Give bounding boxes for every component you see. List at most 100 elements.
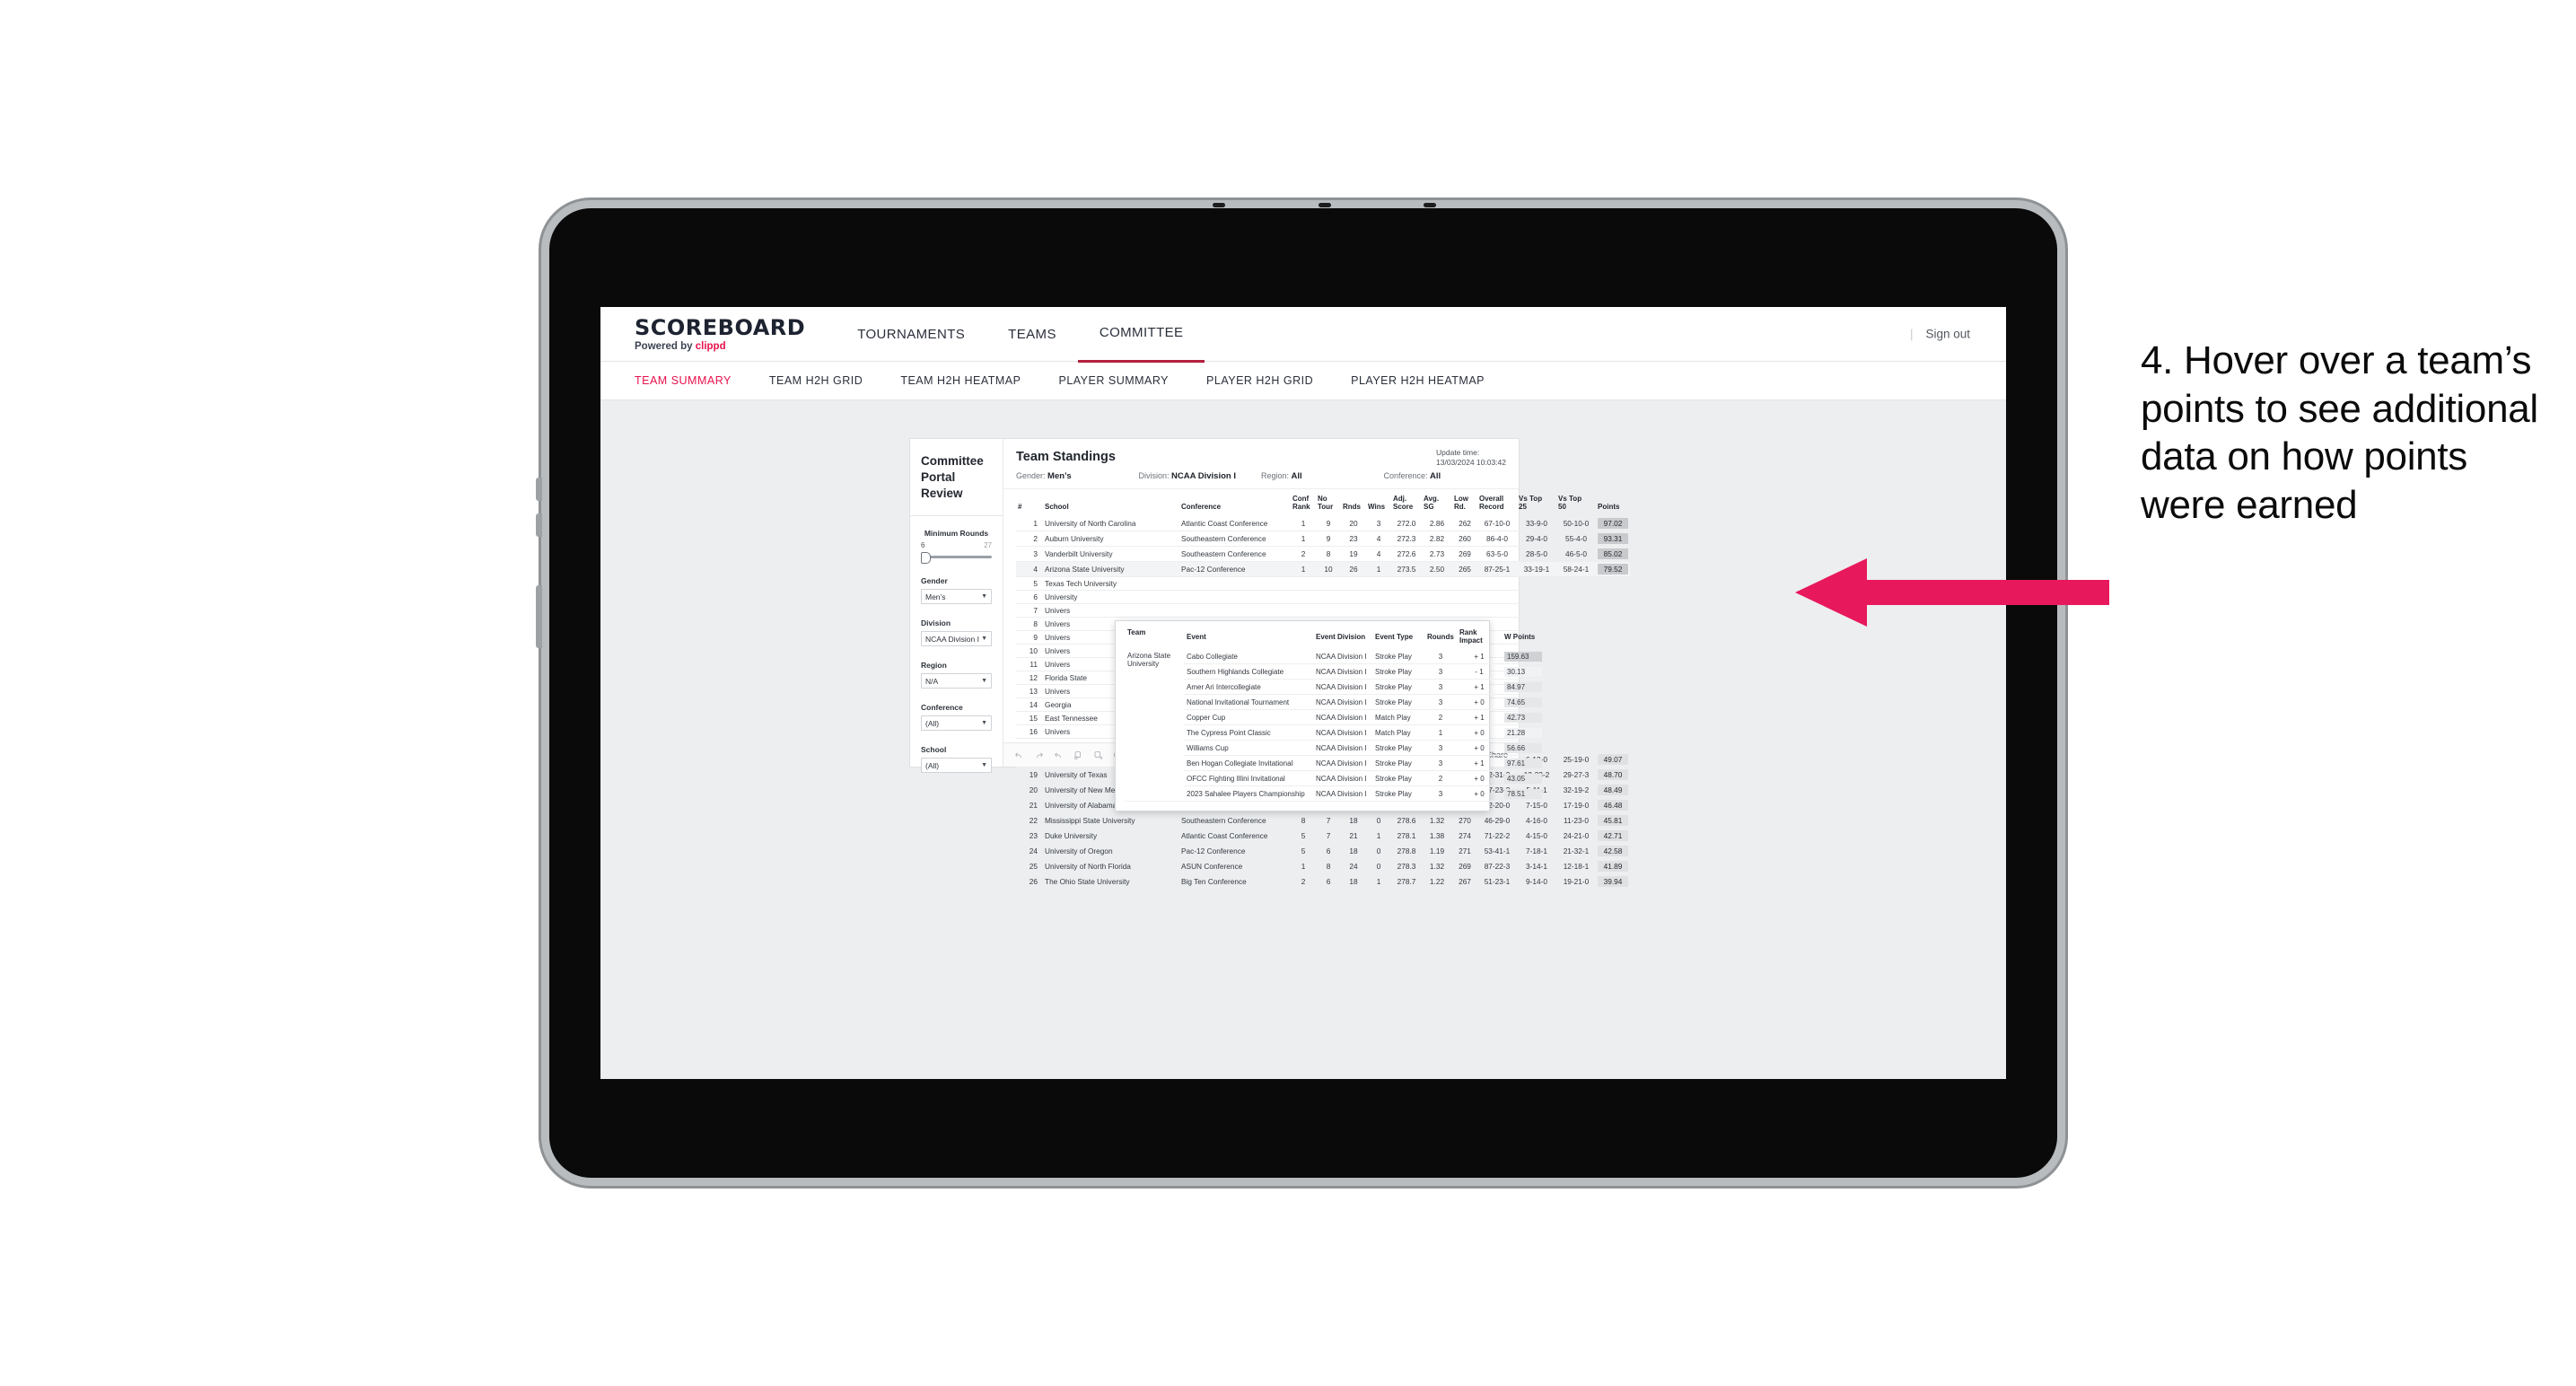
- table-row[interactable]: 26 The Ohio State University Big Ten Confe…: [1016, 873, 1630, 890]
- tablet-device-frame: SCOREBOARD Powered by clippd TOURNAMENTS…: [536, 203, 2057, 1178]
- school-select[interactable]: (All) ▼: [921, 758, 992, 774]
- points-cell[interactable]: 79.52: [1596, 561, 1630, 577]
- tab-team-h2h-grid[interactable]: TEAM H2H GRID: [769, 374, 863, 387]
- points-cell[interactable]: 41.89: [1596, 858, 1630, 874]
- col-conference[interactable]: Conference: [1179, 493, 1291, 516]
- brand-logo[interactable]: SCOREBOARD Powered by clippd: [600, 317, 836, 352]
- points-cell[interactable]: 39.94: [1596, 873, 1630, 890]
- col-no-tour[interactable]: No Tour: [1316, 493, 1341, 516]
- points-cell[interactable]: [1596, 617, 1630, 631]
- nav-item-tournaments[interactable]: TOURNAMENTS: [836, 307, 986, 361]
- tab-player-h2h-heatmap[interactable]: PLAYER H2H HEATMAP: [1351, 374, 1485, 387]
- revert-icon[interactable]: [1054, 750, 1064, 760]
- col-adj-score[interactable]: Adj. Score: [1391, 493, 1422, 516]
- points-cell[interactable]: [1596, 590, 1630, 604]
- points-cell[interactable]: 49.07: [1596, 751, 1630, 768]
- col-school[interactable]: School: [1043, 493, 1179, 516]
- gender-select[interactable]: Men’s ▼: [921, 589, 992, 605]
- conference-select[interactable]: (All) ▼: [921, 715, 992, 732]
- points-value[interactable]: 42.58: [1598, 845, 1628, 856]
- conference-label: Conference: [921, 703, 963, 713]
- points-cell[interactable]: [1596, 603, 1630, 618]
- tooltip-head: Team Event Event Division Event Type Rou…: [1125, 628, 1545, 649]
- points-cell[interactable]: [1596, 630, 1630, 645]
- table-row[interactable]: 5 Texas Tech University: [1016, 576, 1630, 591]
- table-row[interactable]: 22 Mississippi State University Southeaste…: [1016, 812, 1630, 829]
- col-rank[interactable]: #: [1016, 493, 1043, 516]
- tab-player-h2h-grid[interactable]: PLAYER H2H GRID: [1206, 374, 1313, 387]
- points-cell[interactable]: 42.71: [1596, 828, 1630, 844]
- rank-cell: 3: [1016, 546, 1043, 562]
- pause-auto-update-icon[interactable]: [1093, 750, 1103, 760]
- points-cell[interactable]: [1596, 724, 1630, 739]
- table-row[interactable]: 3 Vanderbilt University Southeastern Confe…: [1016, 546, 1630, 562]
- col-low-rd[interactable]: Low Rd.: [1452, 493, 1477, 516]
- points-value[interactable]: 48.70: [1598, 768, 1628, 780]
- tab-team-summary[interactable]: TEAM SUMMARY: [635, 374, 732, 387]
- school-cell: Arizona State University: [1043, 561, 1179, 577]
- points-cell[interactable]: 45.81: [1596, 812, 1630, 829]
- points-value[interactable]: 97.02: [1598, 517, 1628, 529]
- points-value[interactable]: 45.81: [1598, 814, 1628, 826]
- points-value[interactable]: 46.48: [1598, 799, 1628, 811]
- points-value[interactable]: 79.52: [1598, 563, 1628, 575]
- division-select[interactable]: NCAA Division I ▼: [921, 631, 992, 647]
- points-cell[interactable]: 48.70: [1596, 767, 1630, 783]
- points-value[interactable]: 85.02: [1598, 548, 1628, 559]
- refresh-icon[interactable]: [1073, 750, 1083, 760]
- points-value[interactable]: 93.31: [1598, 532, 1628, 544]
- conf-rank-cell: 1: [1291, 561, 1316, 577]
- nav-item-committee[interactable]: COMMITTEE: [1077, 307, 1205, 363]
- points-value[interactable]: 41.89: [1598, 860, 1628, 872]
- points-value[interactable]: 42.71: [1598, 829, 1628, 841]
- points-cell[interactable]: 48.49: [1596, 782, 1630, 798]
- undo-icon[interactable]: [1014, 750, 1024, 760]
- volume-down-button[interactable]: [536, 513, 542, 537]
- points-value[interactable]: 48.49: [1598, 784, 1628, 795]
- col-avg-sg[interactable]: Avg. SG: [1422, 493, 1452, 516]
- region-select[interactable]: N/A ▼: [921, 673, 992, 689]
- points-cell[interactable]: 85.02: [1596, 546, 1630, 562]
- col-rnds[interactable]: Rnds: [1341, 493, 1366, 516]
- points-cell[interactable]: 46.48: [1596, 797, 1630, 813]
- sign-out-link[interactable]: Sign out: [1925, 328, 1970, 341]
- slider-handle[interactable]: [921, 552, 931, 565]
- context-division-label: Division:: [1138, 471, 1170, 480]
- points-value[interactable]: 49.07: [1598, 753, 1628, 765]
- col-vs-top-50[interactable]: Vs Top 50: [1556, 493, 1596, 516]
- points-cell[interactable]: 42.58: [1596, 843, 1630, 859]
- table-row[interactable]: 4 Arizona State University Pac-12 Conferen…: [1016, 561, 1630, 577]
- table-row[interactable]: 7 Univers: [1016, 603, 1630, 618]
- volume-up-button[interactable]: [536, 478, 542, 501]
- col-vs-top-25[interactable]: Vs Top 25: [1517, 493, 1556, 516]
- table-row[interactable]: 24 University of Oregon Pac-12 Conference 5…: [1016, 843, 1630, 859]
- points-cell[interactable]: [1596, 711, 1630, 725]
- minimum-rounds-slider[interactable]: [921, 551, 992, 565]
- low-rd-cell: [1452, 576, 1477, 591]
- redo-icon[interactable]: [1034, 750, 1044, 760]
- tooltip-w-points-value: 56.66: [1504, 742, 1542, 753]
- tab-team-h2h-heatmap[interactable]: TEAM H2H HEATMAP: [900, 374, 1021, 387]
- col-wins[interactable]: Wins: [1366, 493, 1391, 516]
- no-tour-cell: 10: [1316, 561, 1341, 577]
- col-overall-record[interactable]: Overall Record: [1477, 493, 1517, 516]
- points-cell[interactable]: [1596, 576, 1630, 591]
- points-cell[interactable]: [1596, 738, 1630, 752]
- table-row[interactable]: 1 University of North Carolina Atlantic Co…: [1016, 515, 1630, 531]
- points-cell[interactable]: [1596, 657, 1630, 671]
- table-row[interactable]: 25 University of North Florida ASUN Confer…: [1016, 858, 1630, 874]
- points-cell[interactable]: 97.02: [1596, 515, 1630, 531]
- nav-item-teams[interactable]: TEAMS: [986, 307, 1078, 361]
- col-points[interactable]: Points: [1596, 493, 1630, 516]
- points-cell[interactable]: [1596, 644, 1630, 658]
- points-cell[interactable]: [1596, 684, 1630, 698]
- points-value[interactable]: 39.94: [1598, 875, 1628, 887]
- table-row[interactable]: 6 University: [1016, 590, 1630, 604]
- col-conf-rank[interactable]: Conf Rank: [1291, 493, 1316, 516]
- points-cell[interactable]: [1596, 671, 1630, 685]
- points-cell[interactable]: 93.31: [1596, 531, 1630, 547]
- tab-player-summary[interactable]: PLAYER SUMMARY: [1058, 374, 1169, 387]
- table-row[interactable]: 2 Auburn University Southeastern Conferenc…: [1016, 531, 1630, 547]
- points-cell[interactable]: [1596, 697, 1630, 712]
- table-row[interactable]: 23 Duke University Atlantic Coast Conferen…: [1016, 828, 1630, 844]
